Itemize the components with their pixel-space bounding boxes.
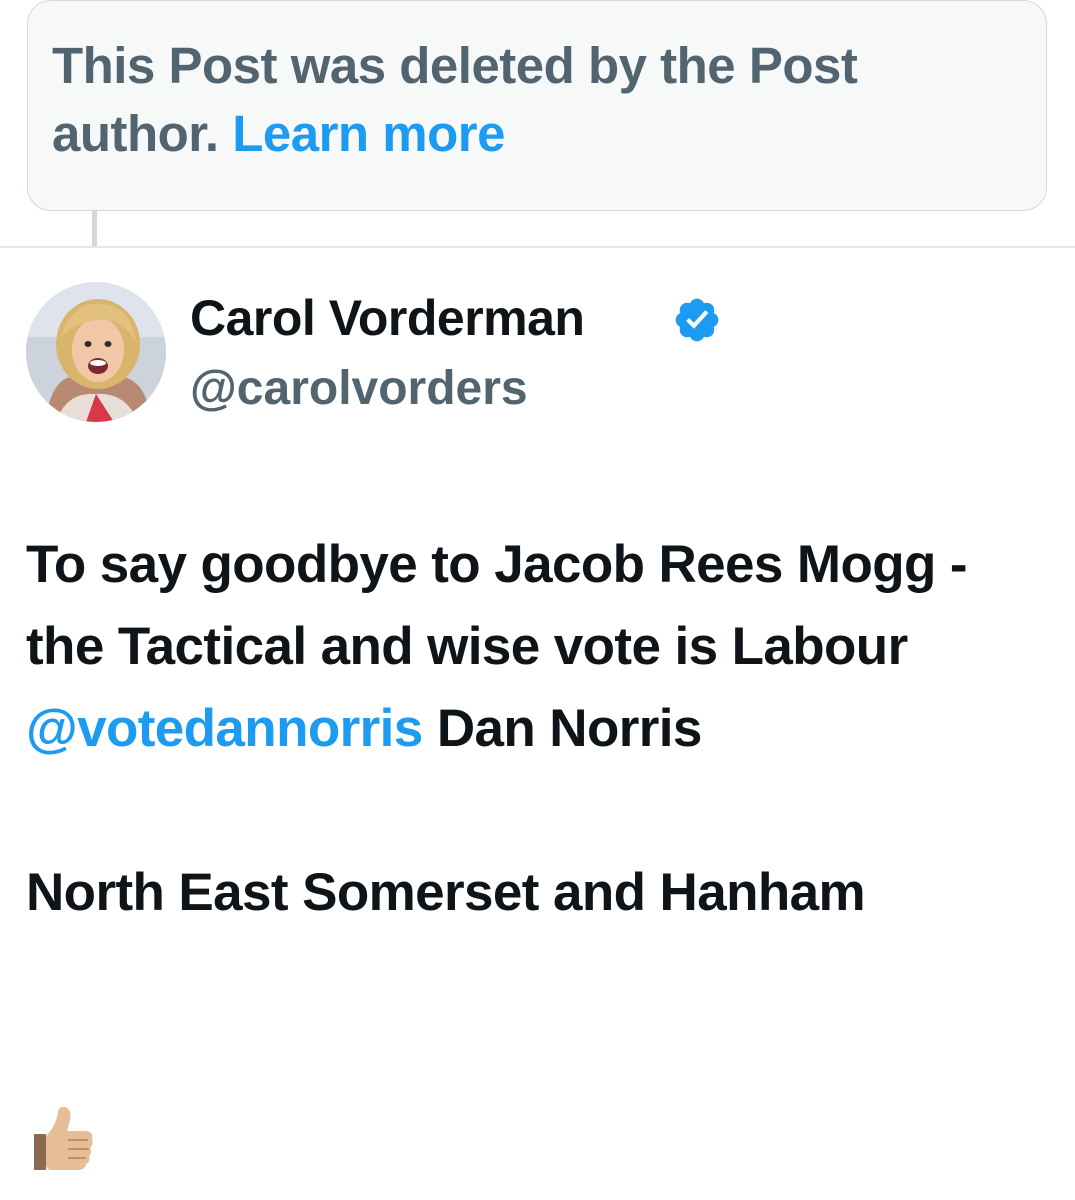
post-text-segment-end: Dan Norris <box>422 699 703 758</box>
post-text: To say goodbye to Jacob Rees Mogg - the … <box>26 524 1056 934</box>
verified-badge-icon <box>675 298 719 342</box>
post-paragraph-1: To say goodbye to Jacob Rees Mogg - the … <box>26 524 1056 770</box>
thumbs-up-icon: 👍🏼 <box>34 1106 93 1170</box>
post-divider <box>0 246 1075 248</box>
author-display-name[interactable]: Carol Vorderman <box>190 288 585 348</box>
learn-more-link[interactable]: Learn more <box>232 105 505 162</box>
avatar[interactable] <box>26 282 166 422</box>
author-handle[interactable]: @carolvorders <box>190 360 528 418</box>
post-text-segment: To say goodbye to Jacob Rees Mogg - the … <box>26 535 968 676</box>
avatar-photo <box>26 282 166 422</box>
deleted-post-text: This Post was deleted by the Post author… <box>52 32 1032 168</box>
mention-link[interactable]: @votedannorris <box>26 699 423 758</box>
thread-connector-line <box>92 211 97 247</box>
post-paragraph-2: North East Somerset and Hanham <box>26 863 866 922</box>
